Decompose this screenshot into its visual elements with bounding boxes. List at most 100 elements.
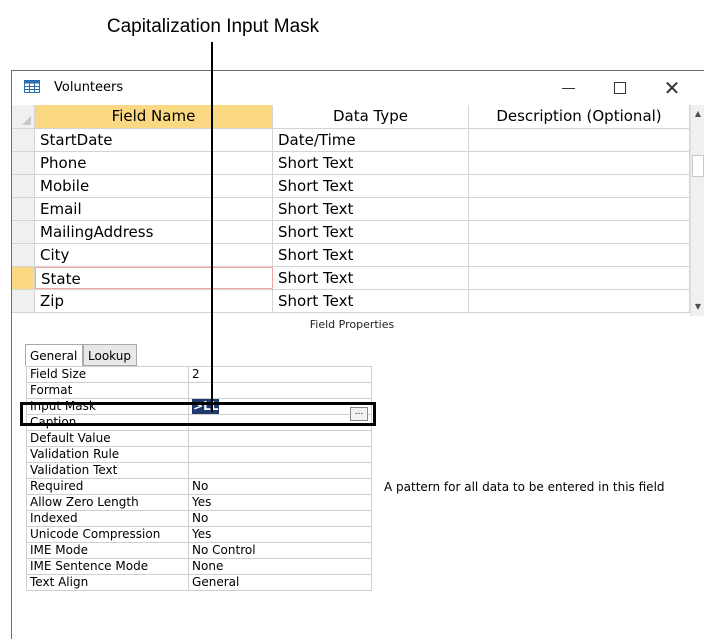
row-selector[interactable] [12, 175, 35, 197]
property-value[interactable]: No Control [188, 542, 372, 559]
table-row[interactable]: Phone Short Text [12, 152, 690, 175]
header-data-type[interactable]: Data Type [273, 105, 469, 128]
close-button[interactable]: ✕ [652, 75, 692, 101]
description-cell[interactable] [469, 198, 690, 220]
property-row[interactable]: Unicode Compression Yes [25, 526, 372, 543]
table-icon [24, 80, 40, 93]
window-title: Volunteers [54, 80, 124, 95]
property-name: Format [25, 382, 190, 399]
field-name-cell[interactable]: City [35, 244, 273, 266]
property-row[interactable]: Validation Text [25, 462, 372, 479]
table-row-selected[interactable]: State Short Text [12, 267, 690, 290]
field-name-cell[interactable]: Zip [35, 290, 273, 312]
property-value[interactable]: No [188, 510, 372, 527]
field-name-cell[interactable]: Email [35, 198, 273, 220]
description-cell[interactable] [469, 221, 690, 243]
description-cell[interactable] [469, 244, 690, 266]
property-row[interactable]: Field Size 2 [25, 366, 372, 383]
vertical-scrollbar[interactable]: ▲ ▼ [690, 105, 704, 316]
property-name: Default Value [25, 430, 190, 447]
field-name-cell[interactable]: State [35, 267, 273, 289]
header-description[interactable]: Description (Optional) [469, 105, 690, 128]
property-row[interactable]: Text Align General [25, 574, 372, 591]
data-type-cell[interactable]: Short Text [273, 221, 469, 243]
property-row[interactable]: Required No [25, 478, 372, 495]
description-cell[interactable] [469, 129, 690, 151]
field-name-cell[interactable]: Phone [35, 152, 273, 174]
description-cell[interactable] [469, 175, 690, 197]
property-name: Validation Rule [25, 446, 190, 463]
property-name: Allow Zero Length [25, 494, 190, 511]
property-row[interactable]: IME Mode No Control [25, 542, 372, 559]
minimize-button[interactable] [548, 75, 588, 101]
property-value[interactable] [188, 446, 372, 463]
table-row[interactable]: Zip Short Text [12, 290, 690, 313]
minimize-icon [561, 87, 575, 89]
title-bar: Volunteers ✕ [12, 71, 704, 105]
table-row[interactable]: Mobile Short Text [12, 175, 690, 198]
property-value[interactable]: No [188, 478, 372, 495]
scroll-thumb[interactable] [692, 155, 704, 177]
property-value[interactable]: 2 [188, 366, 372, 383]
property-name: IME Sentence Mode [25, 558, 190, 575]
field-grid: Field Name Data Type Description (Option… [12, 105, 704, 316]
tab-general[interactable]: General [25, 344, 83, 366]
row-selector-active[interactable] [12, 267, 35, 289]
property-row[interactable]: Validation Rule [25, 446, 372, 463]
row-selector[interactable] [12, 198, 35, 220]
description-cell[interactable] [469, 290, 690, 312]
tab-lookup[interactable]: Lookup [83, 344, 137, 366]
row-selector[interactable] [12, 152, 35, 174]
data-type-cell[interactable]: Short Text [273, 244, 469, 266]
property-name: Indexed [25, 510, 190, 527]
property-hint: A pattern for all data to be entered in … [384, 480, 665, 494]
property-name: Validation Text [25, 462, 190, 479]
select-all-corner[interactable] [12, 105, 35, 128]
row-selector[interactable] [12, 290, 35, 312]
property-row[interactable]: IME Sentence Mode None [25, 558, 372, 575]
scroll-up-icon[interactable]: ▲ [691, 107, 704, 121]
field-name-cell[interactable]: StartDate [35, 129, 273, 151]
table-row[interactable]: StartDate Date/Time [12, 129, 690, 152]
table-row[interactable]: MailingAddress Short Text [12, 221, 690, 244]
data-type-cell[interactable]: Date/Time [273, 129, 469, 151]
table-row[interactable]: City Short Text [12, 244, 690, 267]
data-type-cell[interactable]: Short Text [273, 267, 469, 289]
property-value[interactable] [188, 462, 372, 479]
scroll-down-icon[interactable]: ▼ [691, 300, 704, 314]
close-icon: ✕ [663, 76, 681, 100]
property-name: Unicode Compression [25, 526, 190, 543]
data-type-cell[interactable]: Short Text [273, 175, 469, 197]
maximize-icon [614, 82, 626, 94]
callout-label: Capitalization Input Mask [106, 16, 320, 37]
property-row[interactable]: Indexed No [25, 510, 372, 527]
data-type-cell[interactable]: Short Text [273, 290, 469, 312]
table-row[interactable]: Email Short Text [12, 198, 690, 221]
row-selector[interactable] [12, 129, 35, 151]
data-type-cell[interactable]: Short Text [273, 152, 469, 174]
property-value[interactable]: General [188, 574, 372, 591]
field-name-cell[interactable]: Mobile [35, 175, 273, 197]
description-cell[interactable] [469, 267, 690, 289]
property-name: Text Align [25, 574, 190, 591]
maximize-button[interactable] [600, 75, 640, 101]
field-properties-title: Field Properties [309, 318, 395, 331]
input-mask-highlight [20, 402, 376, 426]
property-row[interactable]: Format [25, 382, 372, 399]
property-value[interactable] [188, 430, 372, 447]
grid-header: Field Name Data Type Description (Option… [12, 105, 704, 129]
property-value[interactable]: Yes [188, 526, 372, 543]
property-value[interactable]: None [188, 558, 372, 575]
data-type-cell[interactable]: Short Text [273, 198, 469, 220]
property-value[interactable] [188, 382, 372, 399]
row-selector[interactable] [12, 221, 35, 243]
field-name-cell[interactable]: MailingAddress [35, 221, 273, 243]
property-value[interactable]: Yes [188, 494, 372, 511]
description-cell[interactable] [469, 152, 690, 174]
header-field-name[interactable]: Field Name [35, 105, 273, 128]
row-selector[interactable] [12, 244, 35, 266]
property-row[interactable]: Default Value [25, 430, 372, 447]
property-sheet: Field Size 2 Format Input Mask >LL Caption… [25, 366, 372, 591]
build-button[interactable]: ... [350, 407, 368, 421]
property-row[interactable]: Allow Zero Length Yes [25, 494, 372, 511]
